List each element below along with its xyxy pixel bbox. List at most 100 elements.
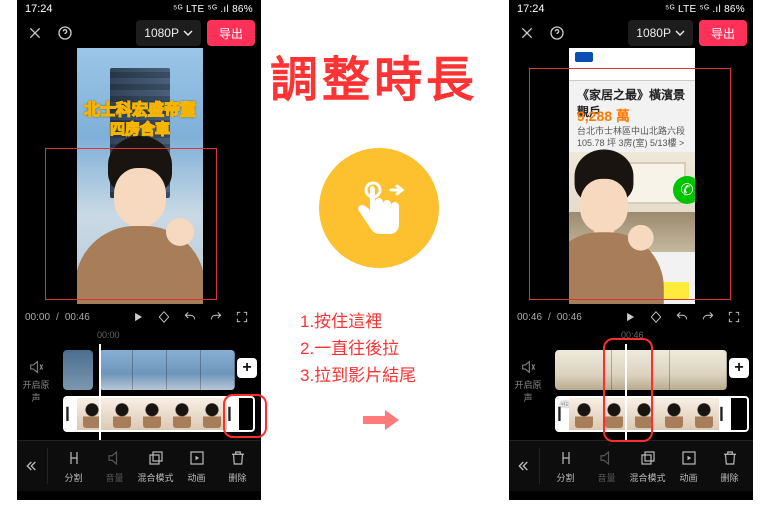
preview-area[interactable]: 北士科宏盛帝璽 四房含車 xyxy=(17,48,261,304)
ruler-tick: 00:00 xyxy=(97,330,120,340)
instruction-title: 調整時長 xyxy=(270,40,478,110)
pip-track-thumb[interactable] xyxy=(63,350,93,390)
tutorial-canvas: 17:24 ⁵ᴳ LTE ⁵ᴳ .ıl 86% 1080P 导出 北士科宏盛帝璽… xyxy=(0,0,772,510)
blend-icon xyxy=(638,448,658,468)
trim-handle-right[interactable]: ▎ xyxy=(719,398,731,430)
close-button[interactable] xyxy=(23,21,47,45)
undo-button[interactable] xyxy=(179,306,201,328)
overlay-track-selected[interactable]: ▎ ▎ xyxy=(63,396,255,432)
undo-button[interactable] xyxy=(671,306,693,328)
collapse-button[interactable] xyxy=(513,448,540,484)
tool-volume[interactable]: 音量 xyxy=(587,448,626,484)
overlay-thumb xyxy=(629,398,659,430)
tool-delete[interactable]: 删除 xyxy=(710,448,749,484)
split-icon xyxy=(64,448,84,468)
time-ruler[interactable]: 00:46 xyxy=(509,330,753,344)
tool-split[interactable]: 分割 xyxy=(54,448,93,484)
playhead[interactable] xyxy=(99,344,101,440)
export-button[interactable]: 导出 xyxy=(699,20,747,46)
editor-top-bar: 1080P 导出 xyxy=(509,18,753,48)
tool-anim-label: 动画 xyxy=(187,471,205,484)
tool-split[interactable]: 分割 xyxy=(546,448,585,484)
listing-price: 9,288 萬 xyxy=(577,106,630,126)
main-video-track[interactable] xyxy=(555,350,727,390)
tool-volume[interactable]: 音量 xyxy=(95,448,134,484)
overlay-track-selected[interactable]: ▎ 46.2s ▎ xyxy=(555,396,749,432)
split-icon xyxy=(556,448,576,468)
status-indicators: ⁵ᴳ LTE ⁵ᴳ .ıl 86% xyxy=(173,4,253,15)
track-thumb xyxy=(167,350,201,390)
tool-volume-label: 音量 xyxy=(597,471,615,484)
volume-icon xyxy=(105,448,125,468)
overlay-thumb xyxy=(659,398,689,430)
add-clip-button[interactable]: + xyxy=(729,358,749,378)
phone-after: 17:24 ⁵ᴳ LTE ⁵ᴳ .ıl 86% 1080P 导出 《家居之最》橫… xyxy=(509,0,753,500)
collapse-button[interactable] xyxy=(21,448,48,484)
redo-button[interactable] xyxy=(205,306,227,328)
step-2: 2.一直往後拉 xyxy=(300,335,416,362)
help-button[interactable] xyxy=(53,21,77,45)
keyframe-button[interactable] xyxy=(645,306,667,328)
add-clip-button[interactable]: + xyxy=(237,358,257,378)
resolution-label: 1080P xyxy=(144,26,179,40)
resolution-button[interactable]: 1080P xyxy=(628,20,693,46)
tool-anim-label: 动画 xyxy=(679,471,697,484)
fullscreen-button[interactable] xyxy=(723,306,745,328)
blend-icon xyxy=(146,448,166,468)
presenter-figure xyxy=(80,159,200,304)
ruler-tick: 00:46 xyxy=(621,330,644,340)
help-button[interactable] xyxy=(545,21,569,45)
audio-toggle[interactable]: 开启原声 xyxy=(511,358,545,404)
video-frame: 北士科宏盛帝璽 四房含車 xyxy=(77,48,203,304)
track-thumb xyxy=(201,350,235,390)
preview-area[interactable]: 《家居之最》橫濱景觀戶 9,288 萬 台北市士林區中山北路六段 105.78 … xyxy=(509,48,753,304)
keyframe-button[interactable] xyxy=(153,306,175,328)
playhead[interactable] xyxy=(625,344,627,440)
time-total: 00:46 xyxy=(65,312,90,323)
track-thumb xyxy=(670,350,727,390)
status-bar: 17:24 ⁵ᴳ LTE ⁵ᴳ .ıl 86% xyxy=(17,0,261,18)
tool-delete-label: 删除 xyxy=(720,471,738,484)
status-time: 17:24 xyxy=(25,3,53,15)
overlay-thumb xyxy=(167,398,197,430)
speaker-icon xyxy=(27,358,45,376)
play-button[interactable] xyxy=(619,306,641,328)
touch-gesture-icon xyxy=(319,148,439,268)
transport-bar: 00:00 / 00:46 xyxy=(17,304,261,330)
chevron-down-icon xyxy=(675,28,685,38)
overlay-thumb xyxy=(197,398,227,430)
fullscreen-button[interactable] xyxy=(231,306,253,328)
transport-bar: 00:46 / 00:46 xyxy=(509,304,753,330)
tool-volume-label: 音量 xyxy=(105,471,123,484)
main-video-track[interactable] xyxy=(99,350,235,390)
tool-animation[interactable]: 动画 xyxy=(177,448,216,484)
tool-delete[interactable]: 删除 xyxy=(218,448,257,484)
time-ruler[interactable]: 00:00 xyxy=(17,330,261,344)
step-3: 3.拉到影片結尾 xyxy=(300,362,416,389)
export-button[interactable]: 导出 xyxy=(207,20,255,46)
bottom-toolbar: 分割 音量 混合模式 动画 删除 xyxy=(17,440,261,491)
trim-handle-left[interactable]: ▎ xyxy=(65,398,77,430)
resolution-button[interactable]: 1080P xyxy=(136,20,201,46)
timeline[interactable]: 开启原声 + ▎ 46.2s ▎ xyxy=(509,344,753,440)
trim-handle-right[interactable]: ▎ xyxy=(227,398,239,430)
tool-blend[interactable]: 混合模式 xyxy=(136,448,175,484)
time-separator: / xyxy=(548,312,551,323)
audio-toggle-label: 开启原声 xyxy=(19,378,53,404)
tool-animation[interactable]: 动画 xyxy=(669,448,708,484)
export-label: 导出 xyxy=(219,25,243,42)
tool-blend[interactable]: 混合模式 xyxy=(628,448,667,484)
presenter-figure xyxy=(569,171,659,304)
volume-icon xyxy=(597,448,617,468)
play-button[interactable] xyxy=(127,306,149,328)
animation-icon xyxy=(679,448,699,468)
redo-button[interactable] xyxy=(697,306,719,328)
timeline[interactable]: 开启原声 + ▎ ▎ xyxy=(17,344,261,440)
chevron-down-icon xyxy=(183,28,193,38)
tool-split-label: 分割 xyxy=(64,471,82,484)
overlay-thumb xyxy=(689,398,719,430)
time-current: 00:00 xyxy=(25,312,50,323)
tool-blend-label: 混合模式 xyxy=(137,471,173,484)
close-button[interactable] xyxy=(515,21,539,45)
audio-toggle[interactable]: 开启原声 xyxy=(19,358,53,404)
